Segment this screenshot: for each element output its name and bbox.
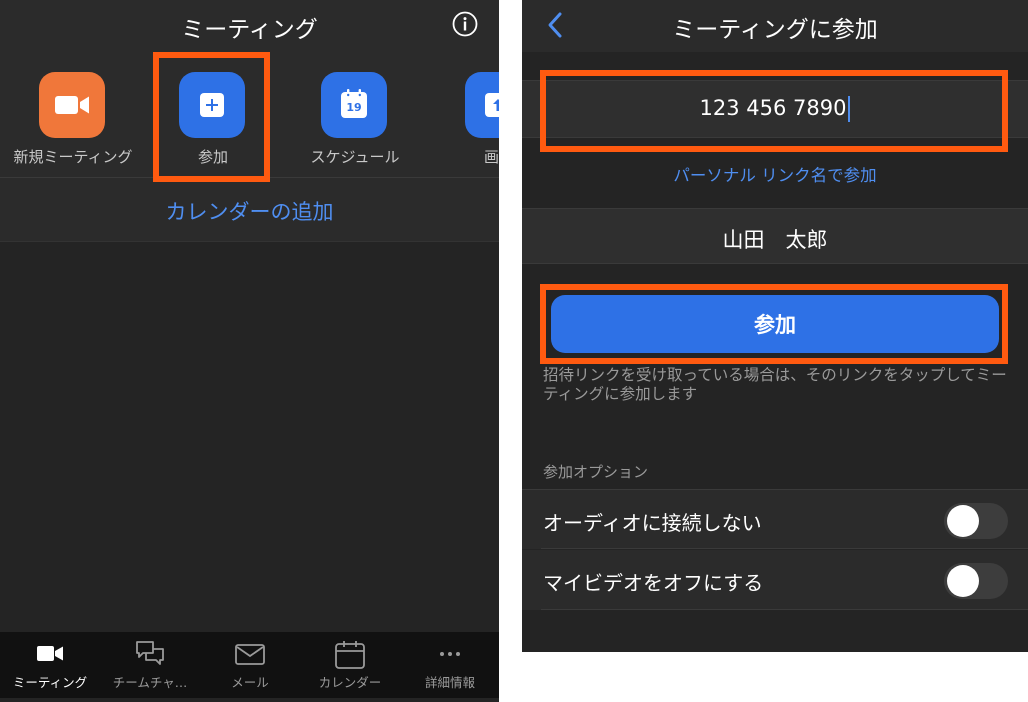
join-header: ミーティングに参加 [522,0,1028,52]
join-button-highlight-frame [540,284,1008,364]
option-video-off: マイビデオをオフにする [522,550,1028,610]
meetings-screen: ミーティング 新規ミーティング 参加 19 スケジュール 画 カレンダーの追加 … [0,0,499,702]
personal-link-name-link[interactable]: パーソナル リンク名で参加 [522,162,1028,186]
join-highlight-frame [153,52,270,182]
video-off-toggle[interactable] [944,563,1008,599]
display-name-input[interactable]: 山田 太郎 [522,208,1028,264]
tab-label: ミーティング [12,675,88,690]
bottom-tab-bar: ミーティング チームチャ… メール カレンダー 詳細情報 [0,632,499,698]
tab-label: カレンダー [318,675,382,690]
divider [541,609,1028,610]
tab-meetings[interactable]: ミーティング [0,632,100,698]
page-title: ミーティングに参加 [672,17,878,43]
share-screen-label: 画面 [483,148,499,166]
meetings-header: ミーティング [0,0,499,52]
new-meeting-button[interactable]: 新規ミーティング [0,52,148,178]
add-calendar-label: カレンダーの追加 [165,200,334,224]
tab-more[interactable]: 詳細情報 [400,632,499,698]
tab-label: メール [231,675,269,690]
join-options-header: 参加オプション [543,463,649,481]
more-icon [440,652,460,656]
new-meeting-label: 新規ミーティング [13,148,133,166]
option-label: オーディオに接続しない [543,511,762,535]
no-audio-toggle[interactable] [944,503,1008,539]
share-screen-button[interactable]: 画面 [424,52,499,178]
calendar-icon: 19 [321,72,387,138]
join-meeting-screen: ミーティングに参加 123 456 7890 パーソナル リンク名で参加 山田 … [522,0,1028,652]
info-icon[interactable] [452,11,478,37]
page-title: ミーティング [181,17,318,43]
schedule-label: スケジュール [310,148,400,166]
tab-calendar[interactable]: カレンダー [300,632,400,698]
tab-label: チームチャ… [112,675,188,690]
add-calendar-link[interactable]: カレンダーの追加 [0,178,499,242]
calendar-day: 19 [346,101,361,114]
tab-team-chat[interactable]: チームチャ… [100,632,200,698]
toggle-knob [947,505,979,537]
mail-icon [235,644,265,665]
share-screen-icon [465,72,499,138]
option-label: マイビデオをオフにする [543,571,764,595]
video-camera-icon [37,646,63,661]
invite-note: 招待リンクを受け取っている場合は、そのリンクをタップしてミーティングに参加します [543,366,1007,403]
toggle-knob [947,565,979,597]
display-name-value: 山田 太郎 [722,228,828,252]
tab-mail[interactable]: メール [200,632,300,698]
calendar-icon [335,641,365,669]
tab-label: 詳細情報 [424,675,475,690]
schedule-button[interactable]: 19 スケジュール [280,52,430,178]
divider [541,548,1028,549]
meeting-id-highlight-frame [540,70,1008,152]
video-camera-icon [39,72,105,138]
option-no-audio: オーディオに接続しない [522,489,1028,549]
chat-bubbles-icon [136,641,164,665]
